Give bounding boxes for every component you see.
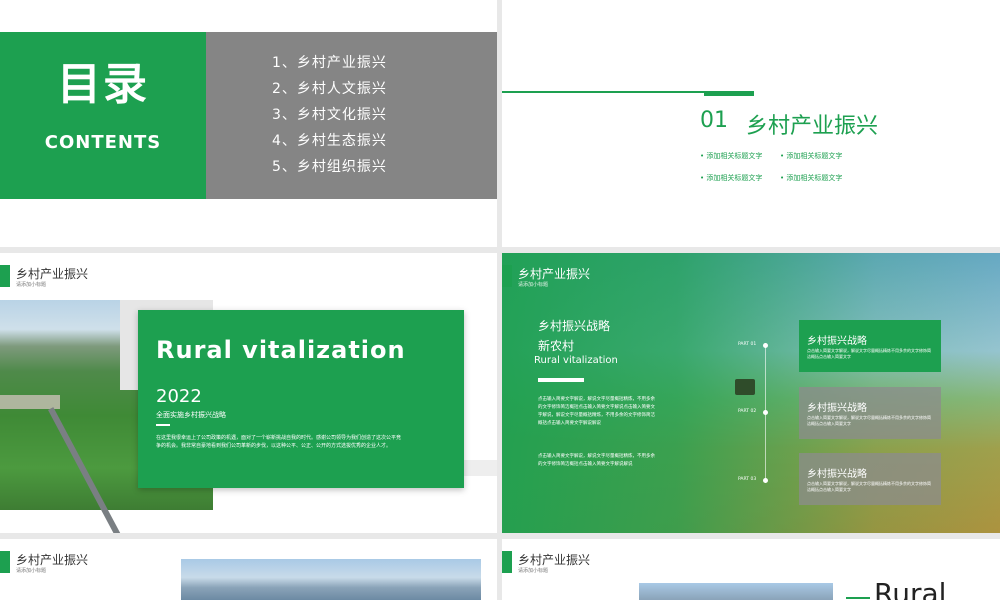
header-accent-bar — [0, 265, 10, 287]
strategy-box-body: 点击输入简要文字解说，解说文字尽量概括精炼不用多余的文字修饰简洁概括点击输入简要… — [807, 415, 931, 426]
strategy-line-2: 新农村 — [538, 339, 575, 353]
strategy-line-1: 乡村振兴战略 — [538, 319, 611, 333]
slide-strategy[interactable]: 乡村产业振兴 请添加小标题 乡村振兴战略 新农村 Rural vitalizat… — [502, 253, 1000, 533]
strategy-line-3: Rural vitalization — [534, 355, 618, 366]
slide-header-subtitle: 请添加小标题 — [16, 568, 47, 574]
contents-subtitle: CONTENTS — [44, 132, 162, 153]
card-dash — [156, 424, 170, 426]
strategy-box: 乡村振兴战略 点击输入简要文字解说，解说文字尽量概括精炼不用多余的文字修饰简洁概… — [799, 320, 941, 372]
photo-highway — [48, 407, 129, 533]
card-slogan: 全面实施乡村振兴战略 — [156, 411, 226, 419]
contents-item: 2、乡村人文振兴 — [272, 81, 387, 97]
slide-header-subtitle: 请添加小标题 — [16, 282, 47, 288]
contents-item: 1、乡村产业振兴 — [272, 55, 387, 71]
slide-section-title[interactable]: 01 乡村产业振兴 添加相关标题文字添加相关标题文字 添加相关标题文字添加相关标… — [502, 0, 1000, 247]
slide-heading: Rural — [874, 577, 947, 600]
contents-item: 3、乡村文化振兴 — [272, 107, 387, 123]
mountain-landscape-photo — [639, 583, 833, 600]
slide-header-subtitle: 请添加小标题 — [518, 568, 549, 574]
strategy-box-body: 点击输入简要文字解说，解说文字尽量概括精炼不用多余的文字修饰简洁概括点击输入简要… — [807, 481, 931, 492]
strategy-box: 乡村振兴战略 点击输入简要文字解说，解说文字尽量概括精炼不用多余的文字修饰简洁概… — [799, 453, 941, 505]
header-accent-bar — [502, 551, 512, 573]
timeline-dot — [763, 343, 768, 348]
slide-header-title: 乡村产业振兴 — [16, 553, 89, 567]
section-title: 乡村产业振兴 — [746, 114, 879, 139]
strategy-paragraph-1: 点击输入简要文字解说，解说文字尽量概括精炼，不用多余的文字修饰简洁概括点击输入简… — [538, 397, 655, 426]
mountain-landscape-photo — [181, 559, 481, 600]
timeline-part-label: PART 02 — [738, 409, 757, 414]
rural-green-card: Rural vitalization 2022 全面实施乡村振兴战略 在这里我很… — [138, 310, 464, 488]
contents-item: 5、乡村组织振兴 — [272, 159, 387, 175]
timeline-part-label: PART 03 — [738, 477, 757, 482]
slide-header-title: 乡村产业振兴 — [518, 267, 591, 281]
slide-header-subtitle: 请添加小标题 — [518, 282, 549, 288]
slide-landscape-partial[interactable]: 乡村产业振兴 请添加小标题 — [0, 539, 497, 600]
strategy-paragraph-2: 点击输入简要文字解说，解说文字尽量概括精炼，不用多余的文字修饰简洁概括点击输入简… — [538, 454, 655, 467]
slide-rural-card[interactable]: 乡村产业振兴 请添加小标题 Rural vitalization 2022 全面… — [0, 253, 497, 533]
contents-title: 目录 — [57, 59, 149, 110]
tractor-in-field — [735, 379, 755, 395]
section-bullet: 添加相关标题文字 — [780, 169, 860, 187]
header-accent-bar — [502, 265, 512, 287]
timeline-part-label: PART 01 — [738, 342, 757, 347]
section-divider-accent — [704, 91, 754, 96]
card-body-text: 在这里我很幸运上了公司政策的机遇，面对了一个崭新挑战自我的时代。感谢公司领导为我… — [156, 435, 402, 449]
strategy-box-title: 乡村振兴战略 — [807, 403, 867, 414]
slide-header-title: 乡村产业振兴 — [16, 267, 89, 281]
strategy-underline — [538, 378, 584, 382]
section-bullet: 添加相关标题文字 — [700, 147, 780, 165]
strategy-box-title: 乡村振兴战略 — [807, 469, 867, 480]
strategy-box: 乡村振兴战略 点击输入简要文字解说，解说文字尽量概括精炼不用多余的文字修饰简洁概… — [799, 387, 941, 439]
card-year: 2022 — [156, 386, 202, 407]
section-bullets: 添加相关标题文字添加相关标题文字 添加相关标题文字添加相关标题文字 — [700, 143, 870, 187]
strategy-box-title: 乡村振兴战略 — [807, 336, 867, 347]
heading-dash — [846, 597, 870, 599]
strategy-box-body: 点击输入简要文字解说，解说文字尽量概括精炼不用多余的文字修饰简洁概括点击输入简要… — [807, 348, 931, 359]
slide-contents[interactable]: 目录 CONTENTS 1、乡村产业振兴 2、乡村人文振兴 3、乡村文化振兴 4… — [0, 0, 497, 247]
section-bullet: 添加相关标题文字 — [780, 147, 860, 165]
slide-header-title: 乡村产业振兴 — [518, 553, 591, 567]
section-bullet: 添加相关标题文字 — [700, 169, 780, 187]
slide-rural-partial[interactable]: 乡村产业振兴 请添加小标题 Rural — [502, 539, 1000, 600]
contents-item: 4、乡村生态振兴 — [272, 133, 387, 149]
timeline-dot — [763, 478, 768, 483]
timeline-dot — [763, 410, 768, 415]
contents-list: 1、乡村产业振兴 2、乡村人文振兴 3、乡村文化振兴 4、乡村生态振兴 5、乡村… — [272, 50, 387, 180]
card-heading: Rural vitalization — [156, 336, 406, 364]
section-number: 01 — [700, 108, 728, 133]
header-accent-bar — [0, 551, 10, 573]
